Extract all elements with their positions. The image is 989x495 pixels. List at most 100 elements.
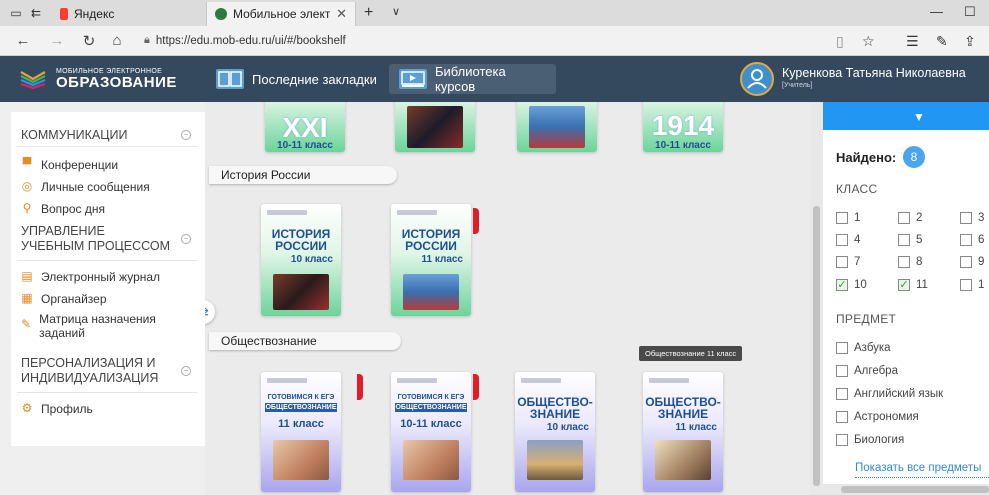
class-checkbox[interactable]: 6 bbox=[960, 234, 984, 246]
sidebar-item-question-of-day[interactable]: ⚲ Вопрос дня bbox=[21, 202, 105, 216]
checkbox-box[interactable] bbox=[836, 388, 848, 400]
class-checkbox[interactable]: 1 bbox=[836, 212, 860, 224]
browser-tab-mob-edu[interactable]: Мобильное электронн ✕ bbox=[206, 2, 356, 26]
pen-notes-icon[interactable]: ✎ bbox=[936, 33, 948, 50]
sidebar-item-assignment-matrix[interactable]: ✎ Матрица назначения заданий bbox=[21, 312, 171, 340]
tab-title: Яндекс bbox=[74, 7, 115, 21]
checkbox-box[interactable] bbox=[836, 342, 848, 354]
filter-icon[interactable]: ▼ bbox=[913, 110, 925, 124]
class-checkbox[interactable]: 4 bbox=[836, 234, 860, 246]
scrollbar-thumb[interactable] bbox=[841, 486, 989, 493]
checkbox-box[interactable] bbox=[960, 234, 972, 246]
checkbox-box[interactable] bbox=[898, 234, 910, 246]
book-card[interactable]: ОБЩЕСТВО- ЗНАНИЕ 10 класс bbox=[515, 372, 595, 492]
set-aside-tabs-icon[interactable]: ⇇ bbox=[28, 5, 44, 21]
refresh-icon[interactable]: ↻ bbox=[80, 32, 98, 50]
browser-tab-yandex[interactable]: Яндекс bbox=[52, 2, 202, 26]
checkbox-box[interactable] bbox=[898, 256, 910, 268]
book-card[interactable]: ОБЩЕСТВО- ЗНАНИЕ 11 класс bbox=[643, 372, 723, 492]
url-field[interactable]: 🔒︎ https://edu.mob-edu.ru/ui/#/bookshelf bbox=[144, 34, 346, 47]
checkbox-box[interactable] bbox=[960, 279, 972, 291]
checkbox-box[interactable] bbox=[836, 411, 848, 423]
book-card[interactable]: ИСТОРИЯ РОССИИ 10 класс bbox=[261, 204, 341, 316]
checkbox-box[interactable] bbox=[960, 256, 972, 268]
book-card[interactable]: ГОТОВИМСЯ К ЕГЭ ОБЩЕСТВОЗНАНИЕ 11 класс bbox=[261, 372, 341, 492]
show-all-subjects-link[interactable]: Показать все предметы bbox=[855, 462, 981, 474]
checkmark-icon[interactable]: ✓ bbox=[898, 279, 910, 291]
user-name[interactable]: Куренкова Татьяна Николаевна bbox=[782, 66, 966, 80]
checkbox-label: 1 bbox=[978, 279, 985, 291]
scrollbar-thumb[interactable] bbox=[813, 206, 820, 486]
class-checkbox[interactable]: 1 bbox=[960, 279, 984, 291]
book-card[interactable]: ГОТОВИМСЯ К ЕГЭ ОБЩЕСТВОЗНАНИЕ 10-11 кла… bbox=[391, 372, 471, 492]
gear-icon: ⚙ bbox=[21, 401, 33, 415]
sidebar-item-messages[interactable]: ◎ Личные сообщения bbox=[21, 180, 150, 194]
class-checkbox-checked[interactable]: ✓ 10 bbox=[836, 279, 867, 291]
nav-course-library[interactable]: Библиотека курсов bbox=[389, 64, 556, 94]
checkbox-label: Биология bbox=[854, 434, 905, 446]
sidebar-item-profile[interactable]: ⚙ Профиль bbox=[21, 402, 93, 416]
back-icon[interactable]: ← bbox=[14, 32, 32, 49]
main-scrollbar[interactable] bbox=[810, 102, 823, 495]
sidebar-section-learning-management[interactable]: УПРАВЛЕНИЕ УЧЕБНЫМ ПРОЦЕССОМ bbox=[21, 224, 171, 254]
toggle-sidebar-arrows-icon[interactable]: ⇄ bbox=[205, 300, 215, 324]
tab-actions-icon[interactable]: ▭ bbox=[8, 5, 24, 21]
subject-checkbox[interactable]: Биология bbox=[836, 434, 904, 446]
maximize-icon[interactable]: ☐ bbox=[964, 4, 976, 20]
checkbox-box[interactable] bbox=[836, 256, 848, 268]
share-icon[interactable]: ⇪ bbox=[964, 33, 976, 50]
checkbox-box[interactable] bbox=[836, 434, 848, 446]
subject-checkbox[interactable]: Азбука bbox=[836, 342, 891, 354]
reading-view-icon[interactable]: ▯ bbox=[836, 33, 844, 50]
subject-checkbox[interactable]: Алгебра bbox=[836, 365, 898, 377]
collapse-icon[interactable]: − bbox=[181, 130, 191, 140]
book-card[interactable]: XXI 10-11 класс bbox=[265, 102, 345, 152]
sidebar-item-journal[interactable]: ▤ Электронный журнал bbox=[21, 270, 160, 284]
new-tab-icon[interactable]: + bbox=[364, 4, 373, 22]
class-checkbox[interactable]: 9 bbox=[960, 256, 984, 268]
book-card[interactable] bbox=[395, 102, 475, 152]
collapse-icon[interactable]: − bbox=[181, 366, 191, 376]
messages-icon: ◎ bbox=[21, 179, 33, 193]
home-icon[interactable]: ⌂ bbox=[108, 32, 126, 49]
checkbox-box[interactable] bbox=[836, 365, 848, 377]
yandex-icon bbox=[60, 8, 68, 20]
book-card[interactable]: ИСТОРИЯ РОССИИ 11 класс bbox=[391, 204, 471, 316]
bookmark-flag bbox=[473, 208, 479, 234]
favorites-hub-icon[interactable]: ☰ bbox=[906, 33, 919, 50]
class-checkbox[interactable]: 2 bbox=[898, 212, 922, 224]
close-tab-icon[interactable]: ✕ bbox=[336, 6, 347, 22]
book-cover-image bbox=[403, 274, 459, 310]
forward-icon[interactable]: → bbox=[48, 32, 66, 49]
divider bbox=[17, 392, 197, 393]
tooltip: Обществознание 11 класс bbox=[639, 346, 743, 361]
sidebar-section-communications[interactable]: КОММУНИКАЦИИ bbox=[21, 128, 181, 143]
filter-header[interactable]: ▼ bbox=[823, 102, 989, 130]
subject-checkbox[interactable]: Астрономия bbox=[836, 411, 919, 423]
sidebar-item-organizer[interactable]: ▦ Органайзер bbox=[21, 292, 106, 306]
nav-recent-bookmarks[interactable]: Последние закладки bbox=[206, 64, 387, 94]
checkmark-icon[interactable]: ✓ bbox=[836, 279, 848, 291]
filter-horizontal-scrollbar[interactable] bbox=[823, 484, 989, 495]
class-checkbox-checked[interactable]: ✓ 11 bbox=[898, 279, 928, 291]
class-checkbox[interactable]: 7 bbox=[836, 256, 860, 268]
edit-icon: ✎ bbox=[21, 317, 32, 331]
checkbox-box[interactable] bbox=[898, 212, 910, 224]
class-checkbox[interactable]: 8 bbox=[898, 256, 922, 268]
collapse-icon[interactable]: − bbox=[181, 234, 191, 244]
sidebar-item-conferences[interactable]: ▀ Конференции bbox=[21, 158, 118, 172]
avatar[interactable] bbox=[740, 62, 774, 96]
subject-checkbox[interactable]: Английский язык bbox=[836, 388, 943, 400]
class-checkbox[interactable]: 3 bbox=[960, 212, 984, 224]
favorite-star-icon[interactable]: ☆ bbox=[862, 33, 875, 50]
checkbox-box[interactable] bbox=[836, 212, 848, 224]
class-checkbox[interactable]: 5 bbox=[898, 234, 922, 246]
minimize-icon[interactable]: — bbox=[930, 4, 943, 19]
sidebar-section-personalization[interactable]: ПЕРСОНАЛИЗАЦИЯ И ИНДИВИДУАЛИЗАЦИЯ bbox=[21, 356, 171, 386]
book-card[interactable]: 1914 10-11 класс bbox=[643, 102, 723, 152]
checkbox-box[interactable] bbox=[836, 234, 848, 246]
tab-list-chevron-icon[interactable]: ∨ bbox=[392, 5, 400, 18]
app-logo[interactable]: МОБИЛЬНОЕ ЭЛЕКТРОННОЕ ОБРАЗОВАНИЕ bbox=[18, 64, 177, 94]
book-card[interactable] bbox=[517, 102, 597, 152]
checkbox-box[interactable] bbox=[960, 212, 972, 224]
